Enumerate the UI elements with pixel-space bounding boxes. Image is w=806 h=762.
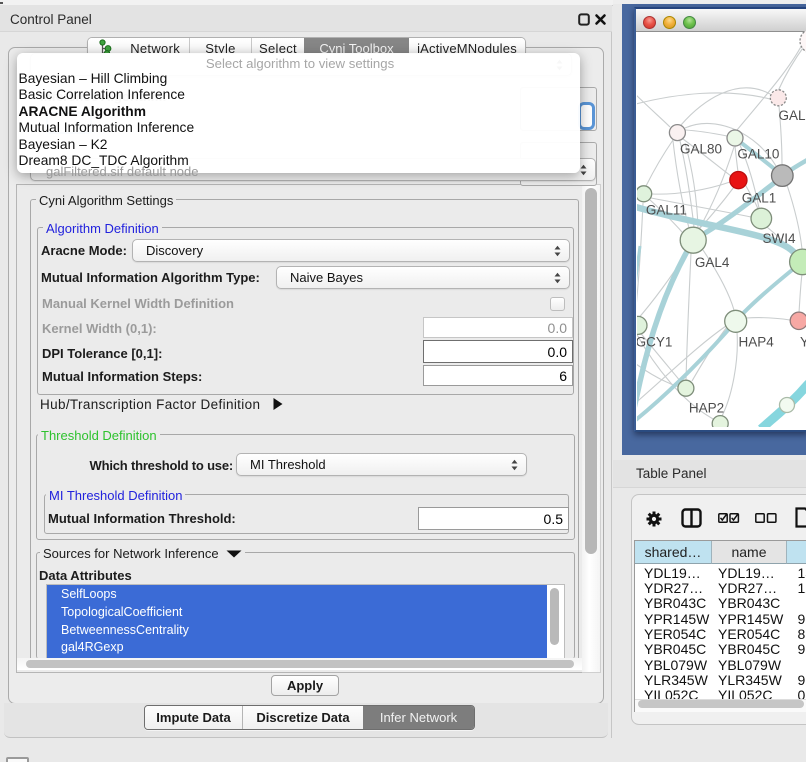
svg-text:SWI4: SWI4 [762, 231, 795, 246]
svg-text:GAL1: GAL1 [742, 191, 777, 206]
svg-text:GAL11: GAL11 [646, 202, 687, 217]
svg-text:HAP2: HAP2 [689, 400, 724, 415]
svg-text:YJ: YJ [800, 334, 806, 349]
svg-text:HAP4: HAP4 [738, 334, 774, 349]
svg-text:GAL10: GAL10 [737, 146, 779, 161]
svg-text:GCY1: GCY1 [637, 334, 672, 349]
svg-text:GAL80: GAL80 [680, 142, 722, 157]
svg-text:GAL: GAL [779, 108, 806, 123]
svg-text:GAL4: GAL4 [695, 255, 730, 270]
